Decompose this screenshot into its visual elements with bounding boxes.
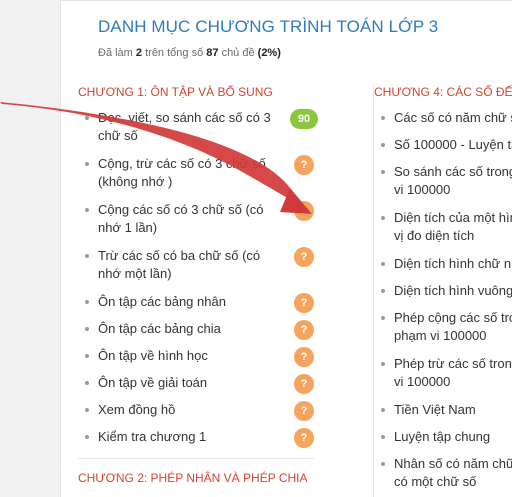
bullet-icon: [85, 116, 89, 120]
lesson-item[interactable]: Diện tích hình chữ nh: [374, 255, 512, 282]
lesson-link-continued[interactable]: có một chữ số: [394, 473, 512, 491]
bullet-icon: [381, 316, 385, 320]
not-attempted-badge: ?: [294, 374, 314, 394]
lesson-item[interactable]: Các số có năm chữ s: [374, 109, 512, 136]
bullet-icon: [85, 162, 89, 166]
page-title: DANH MỤC CHƯƠNG TRÌNH TOÁN LỚP 3: [98, 17, 439, 36]
lesson-item[interactable]: Đọc, viết, so sánh các số có 3 chữ số 90: [78, 109, 318, 155]
lesson-link[interactable]: Tiền Việt Nam: [394, 401, 512, 419]
not-attempted-badge: ?: [294, 401, 314, 421]
bullet-icon: [381, 170, 385, 174]
score-badge: 90: [290, 109, 318, 129]
lesson-item[interactable]: So sánh các số trong vi 100000: [374, 163, 512, 209]
chapter-1-section: CHƯƠNG 1: ÔN TẬP VÀ BỔ SUNG Đọc, viết, s…: [78, 85, 318, 459]
chapter-4-lesson-list: Các số có năm chữ s Số 100000 - Luyện tậ…: [374, 109, 512, 497]
lesson-link[interactable]: Xem đồng hồ: [98, 401, 283, 419]
not-attempted-badge: ?: [294, 247, 314, 267]
lesson-link-continued[interactable]: vi 100000: [394, 373, 512, 391]
bullet-icon: [85, 327, 89, 331]
bullet-icon: [85, 435, 89, 439]
bullet-icon: [381, 408, 385, 412]
bullet-icon: [381, 116, 385, 120]
lesson-link[interactable]: Kiểm tra chương 1: [98, 428, 283, 446]
lesson-item[interactable]: Luyện tập chung: [374, 428, 512, 455]
lesson-item[interactable]: Phép trừ các số trong vi 100000: [374, 355, 512, 401]
lesson-item[interactable]: Kiểm tra chương 1 ?: [78, 428, 314, 454]
bullet-icon: [85, 408, 89, 412]
lesson-link[interactable]: Ôn tập các bảng chia: [98, 320, 283, 338]
lesson-item[interactable]: Ôn tập về giải toán ?: [78, 374, 314, 401]
lesson-item[interactable]: Diện tích hình vuông: [374, 282, 512, 309]
lesson-link[interactable]: Phép trừ các số trong: [394, 355, 512, 373]
lesson-item[interactable]: Nhân số có năm chữ có một chữ số: [374, 455, 512, 497]
progress-percent: (2%): [257, 47, 281, 59]
lesson-link[interactable]: Ôn tập các bảng nhân: [98, 293, 283, 311]
progress-summary: Đã làm 2 trên tổng số 87 chủ đề (2%): [98, 47, 281, 59]
curriculum-panel: DANH MỤC CHƯƠNG TRÌNH TOÁN LỚP 3 Đã làm …: [60, 0, 512, 497]
lesson-link[interactable]: Cộng các số có 3 chữ số (có nhớ 1 lần): [98, 201, 283, 237]
lesson-link[interactable]: Diện tích của một hìn: [394, 209, 512, 227]
lesson-item[interactable]: Diện tích của một hìn vị đo diện tích: [374, 209, 512, 255]
not-attempted-badge: ?: [294, 320, 314, 340]
lesson-item[interactable]: Ôn tập về hình học ?: [78, 347, 314, 374]
chapter-1-title[interactable]: CHƯƠNG 1: ÔN TẬP VÀ BỔ SUNG: [78, 85, 314, 99]
lesson-link[interactable]: Số 100000 - Luyện tậ: [394, 136, 512, 154]
lesson-item[interactable]: Ôn tập các bảng nhân ?: [78, 293, 314, 320]
lesson-link[interactable]: Các số có năm chữ s: [394, 109, 512, 127]
chapter-1-lesson-list: Đọc, viết, so sánh các số có 3 chữ số 90…: [78, 109, 318, 459]
not-attempted-badge: ?: [294, 201, 314, 221]
lesson-link[interactable]: Phép cộng các số tro: [394, 309, 512, 327]
bullet-icon: [85, 354, 89, 358]
lesson-item[interactable]: Trừ các số có ba chữ số (có nhớ một lần)…: [78, 247, 314, 293]
lesson-item[interactable]: Số 100000 - Luyện tậ: [374, 136, 512, 163]
lesson-link[interactable]: So sánh các số trong: [394, 163, 512, 181]
bullet-icon: [85, 208, 89, 212]
lesson-link[interactable]: Ôn tập về giải toán: [98, 374, 283, 392]
lesson-item[interactable]: Tiền Việt Nam: [374, 401, 512, 428]
not-attempted-badge: ?: [294, 155, 314, 175]
lesson-link[interactable]: Ôn tập về hình học: [98, 347, 283, 365]
lesson-item[interactable]: Phép cộng các số tro phạm vi 100000: [374, 309, 512, 355]
bullet-icon: [381, 462, 385, 466]
bullet-icon: [85, 254, 89, 258]
bullet-icon: [381, 262, 385, 266]
not-attempted-badge: ?: [294, 293, 314, 313]
chapter-4-title[interactable]: CHƯƠNG 4: CÁC SỐ ĐẾN 10: [374, 85, 512, 99]
not-attempted-badge: ?: [294, 428, 314, 448]
lesson-item[interactable]: Xem đồng hồ ?: [78, 401, 314, 428]
lesson-link[interactable]: Nhân số có năm chữ: [394, 455, 512, 473]
bullet-icon: [381, 362, 385, 366]
bullet-icon: [85, 300, 89, 304]
bullet-icon: [381, 435, 385, 439]
lesson-item[interactable]: Cộng các số có 3 chữ số (có nhớ 1 lần) ?: [78, 201, 314, 247]
lesson-link[interactable]: Diện tích hình chữ nh: [394, 255, 512, 273]
lesson-link[interactable]: Luyện tập chung: [394, 428, 512, 446]
chapter-2-section: CHƯƠNG 2: PHÉP NHÂN VÀ PHÉP CHIA: [78, 471, 307, 495]
bullet-icon: [381, 216, 385, 220]
bullet-icon: [85, 381, 89, 385]
lesson-link[interactable]: Cộng, trừ các số có 3 chữ số (không nhớ …: [98, 155, 283, 191]
bullet-icon: [381, 289, 385, 293]
chapter-2-title[interactable]: CHƯƠNG 2: PHÉP NHÂN VÀ PHÉP CHIA: [78, 471, 307, 485]
lesson-link-continued[interactable]: vị đo diện tích: [394, 227, 512, 245]
bullet-icon: [381, 143, 385, 147]
lesson-item[interactable]: Ôn tập các bảng chia ?: [78, 320, 314, 347]
lesson-link[interactable]: Đọc, viết, so sánh các số có 3 chữ số: [98, 109, 283, 145]
chapter-4-section: CHƯƠNG 4: CÁC SỐ ĐẾN 10 Các số có năm ch…: [373, 85, 512, 497]
not-attempted-badge: ?: [294, 347, 314, 367]
lesson-link[interactable]: Trừ các số có ba chữ số (có nhớ một lần): [98, 247, 283, 283]
lesson-link-continued[interactable]: vi 100000: [394, 181, 512, 199]
lesson-link[interactable]: Diện tích hình vuông: [394, 282, 512, 300]
progress-total-count: 87: [206, 47, 219, 59]
progress-done-count: 2: [135, 47, 143, 59]
lesson-item[interactable]: Cộng, trừ các số có 3 chữ số (không nhớ …: [78, 155, 314, 201]
lesson-link-continued[interactable]: phạm vi 100000: [394, 327, 512, 345]
